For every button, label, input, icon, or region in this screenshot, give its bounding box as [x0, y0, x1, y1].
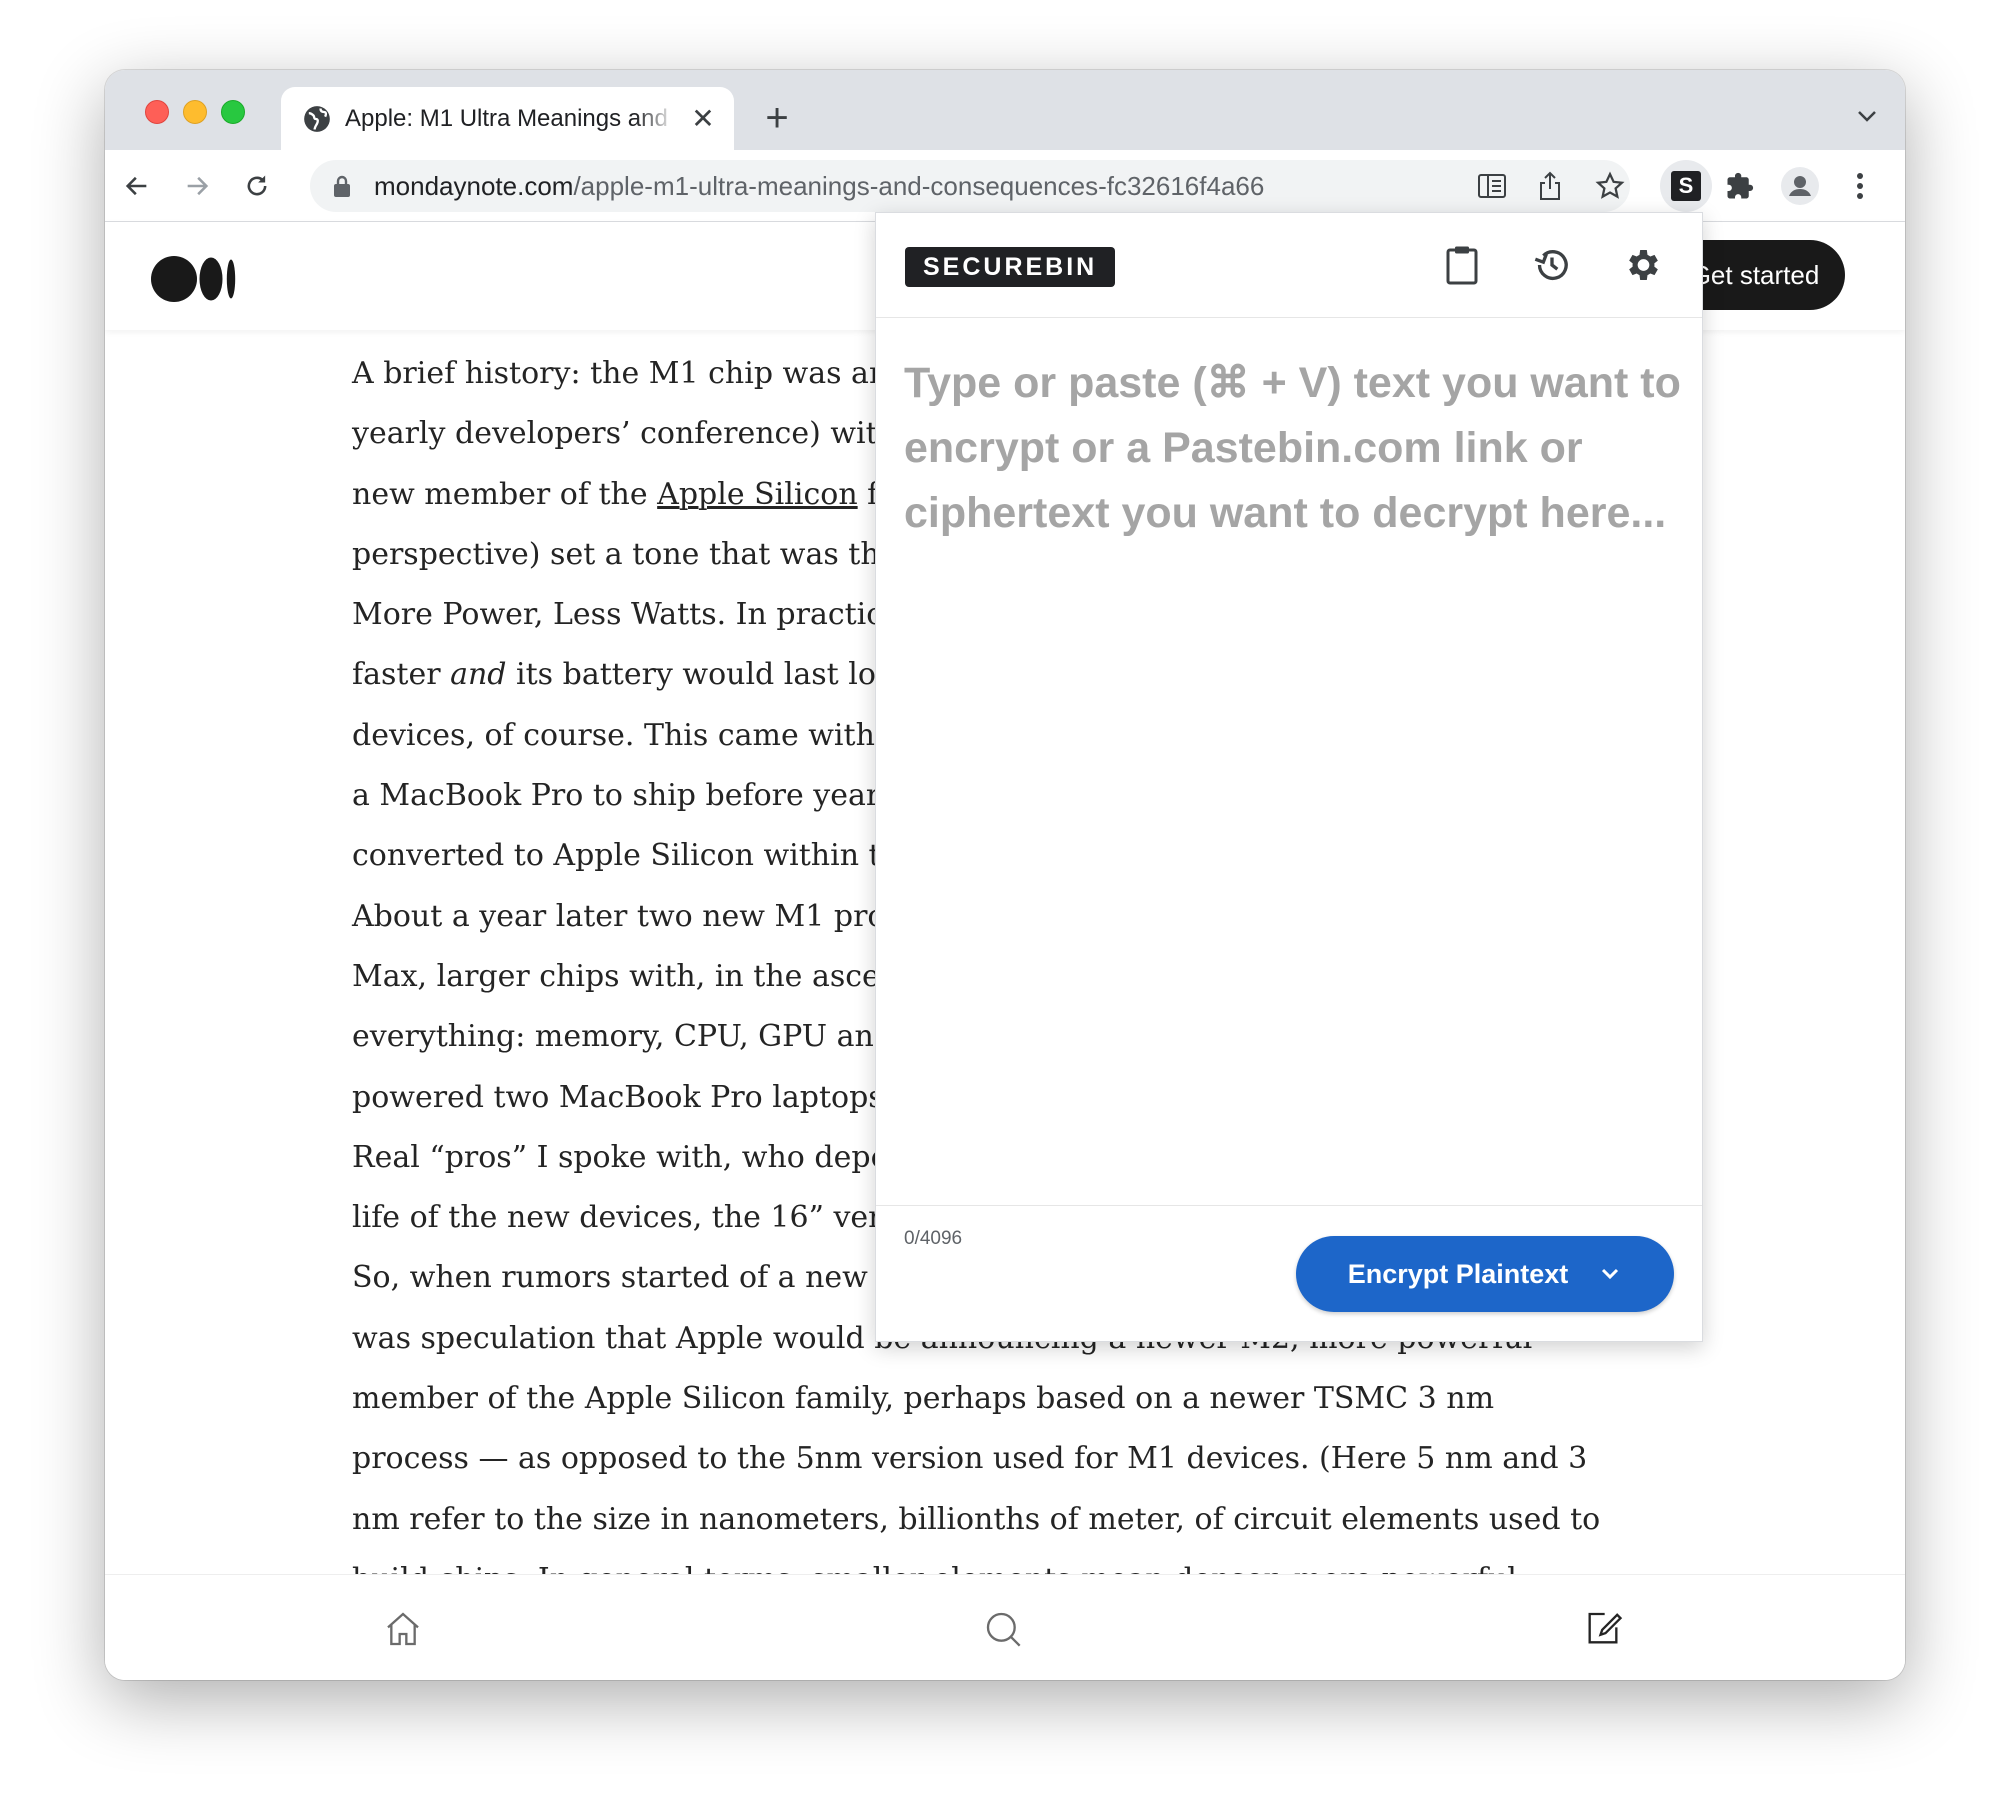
search-icon[interactable]: [983, 1609, 1023, 1649]
browser-tab[interactable]: Apple: M1 Ultra Meanings and Consequence…: [281, 87, 734, 150]
forward-button[interactable]: [177, 166, 217, 206]
url-text: mondaynote.com/apple-m1-ultra-meanings-a…: [374, 170, 1264, 202]
reload-icon: [247, 175, 267, 196]
article-line: process — as opposed to the 5nm version …: [352, 1441, 1588, 1477]
profile-button[interactable]: [1780, 166, 1820, 206]
securebin-extension-button[interactable]: S: [1660, 160, 1712, 212]
share-icon: [1540, 171, 1560, 200]
securebin-popup: SECUREBIN 0/4096 Encrypt Plaintext: [875, 212, 1703, 1342]
securebin-header: SECUREBIN: [876, 213, 1702, 318]
star-icon: [1595, 171, 1625, 199]
encrypt-button-label: Encrypt Plaintext: [1347, 1258, 1569, 1289]
article-line: member of the Apple Silicon family, perh…: [352, 1381, 1495, 1417]
securebin-logo: SECUREBIN: [905, 247, 1116, 287]
share-button[interactable]: [1530, 166, 1570, 206]
browser-window: Apple: M1 Ultra Meanings and Consequence…: [105, 70, 1905, 1680]
settings-gear-icon: [1629, 250, 1658, 280]
write-icon[interactable]: [1583, 1609, 1623, 1649]
close-window-button[interactable]: [145, 100, 169, 124]
apple-silicon-link[interactable]: Apple Silicon: [657, 477, 857, 512]
kebab-menu-icon: [1857, 173, 1863, 199]
history-button[interactable]: [1530, 243, 1574, 287]
tab-title: Apple: M1 Ultra Meanings and Consequence…: [345, 105, 675, 132]
history-icon: [1534, 250, 1568, 281]
arrow-right-icon: [187, 176, 209, 196]
chevron-down-icon[interactable]: [1855, 104, 1879, 128]
puzzle-icon: [1727, 172, 1754, 199]
back-button[interactable]: [117, 166, 157, 206]
bookmark-button[interactable]: [1590, 166, 1630, 206]
encrypt-plaintext-button[interactable]: Encrypt Plaintext: [1296, 1236, 1674, 1312]
securebin-footer: 0/4096 Encrypt Plaintext: [876, 1205, 1702, 1341]
arrow-left-icon: [125, 176, 147, 196]
italic-emphasis: and: [450, 657, 507, 693]
menu-button[interactable]: [1840, 166, 1880, 206]
tab-close-icon[interactable]: ✕: [688, 104, 718, 134]
reading-mode-icon: [1478, 174, 1506, 198]
avatar-icon: [1781, 167, 1819, 205]
globe-icon: [304, 106, 330, 132]
reading-mode-button[interactable]: [1472, 166, 1512, 206]
home-icon[interactable]: [383, 1609, 423, 1649]
url-host: mondaynote.com: [374, 171, 574, 201]
chevron-down-icon[interactable]: [1598, 1262, 1622, 1286]
extensions-button[interactable]: [1720, 166, 1760, 206]
zoom-window-button[interactable]: [221, 100, 245, 124]
bottom-nav: [105, 1574, 1905, 1680]
lock-icon: [334, 175, 350, 197]
new-tab-button[interactable]: +: [757, 98, 797, 138]
character-counter: 0/4096: [904, 1228, 963, 1249]
article-line: nm refer to the size in nanometers, bill…: [352, 1501, 1601, 1537]
securebin-text-input[interactable]: [904, 351, 1684, 1151]
clipboard-icon: [1446, 246, 1478, 285]
medium-logo[interactable]: [151, 256, 237, 302]
securebin-s-icon: S: [1671, 171, 1701, 201]
settings-button[interactable]: [1620, 243, 1664, 287]
address-bar[interactable]: mondaynote.com/apple-m1-ultra-meanings-a…: [310, 160, 1630, 212]
tab-strip: Apple: M1 Ultra Meanings and Consequence…: [105, 70, 1905, 150]
minimize-window-button[interactable]: [183, 100, 207, 124]
paste-clipboard-button[interactable]: [1440, 243, 1484, 287]
url-path: /apple-m1-ultra-meanings-and-consequence…: [573, 171, 1265, 201]
reload-button[interactable]: [237, 166, 277, 206]
